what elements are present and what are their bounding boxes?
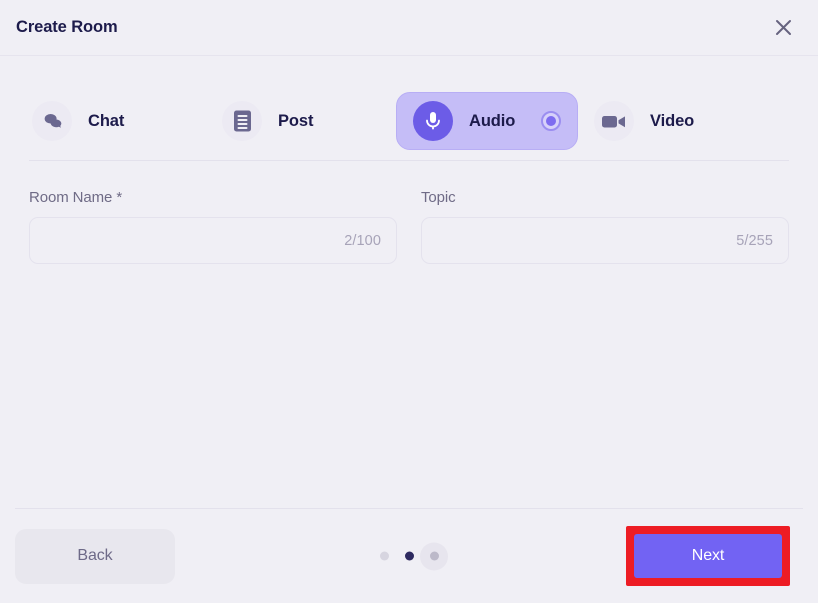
step-dot-2[interactable] xyxy=(405,552,414,561)
create-room-dialog: Create Room Chat xyxy=(0,0,818,603)
video-camera-icon xyxy=(594,101,634,141)
topic-input-wrap[interactable]: 5/255 xyxy=(421,217,789,264)
room-name-input[interactable] xyxy=(30,218,396,263)
dialog-body: Chat Post xyxy=(0,56,818,508)
tab-post[interactable]: Post xyxy=(206,92,396,150)
tab-post-label: Post xyxy=(278,112,313,131)
tab-chat-label: Chat xyxy=(88,112,124,131)
microphone-icon xyxy=(413,101,453,141)
tab-chat[interactable]: Chat xyxy=(16,92,206,150)
tab-video-label: Video xyxy=(650,112,694,131)
room-name-label: Room Name * xyxy=(29,189,397,206)
dialog-footer: Back Next xyxy=(0,509,818,603)
room-type-tabs: Chat Post xyxy=(0,56,818,160)
next-button[interactable]: Next xyxy=(634,534,782,578)
close-button[interactable] xyxy=(766,11,800,45)
topic-label: Topic xyxy=(421,189,789,206)
tab-video[interactable]: Video xyxy=(578,92,768,150)
dialog-header: Create Room xyxy=(0,0,818,56)
field-topic: Topic 5/255 xyxy=(421,189,789,264)
document-icon xyxy=(222,101,262,141)
topic-input[interactable] xyxy=(422,218,788,263)
room-name-input-wrap[interactable]: 2/100 xyxy=(29,217,397,264)
close-icon xyxy=(774,18,793,37)
back-button[interactable]: Back xyxy=(15,529,175,584)
step-dot-3[interactable] xyxy=(430,552,439,561)
tab-audio[interactable]: Audio xyxy=(396,92,578,150)
step-dot-1[interactable] xyxy=(380,552,389,561)
room-form: Room Name * 2/100 Topic 5/255 xyxy=(0,161,818,264)
next-button-highlight: Next xyxy=(626,526,790,586)
field-room-name: Room Name * 2/100 xyxy=(29,189,397,264)
tab-audio-radio[interactable] xyxy=(541,111,561,131)
chat-bubbles-icon xyxy=(32,101,72,141)
page-title: Create Room xyxy=(16,18,118,37)
tab-audio-label: Audio xyxy=(469,112,515,131)
